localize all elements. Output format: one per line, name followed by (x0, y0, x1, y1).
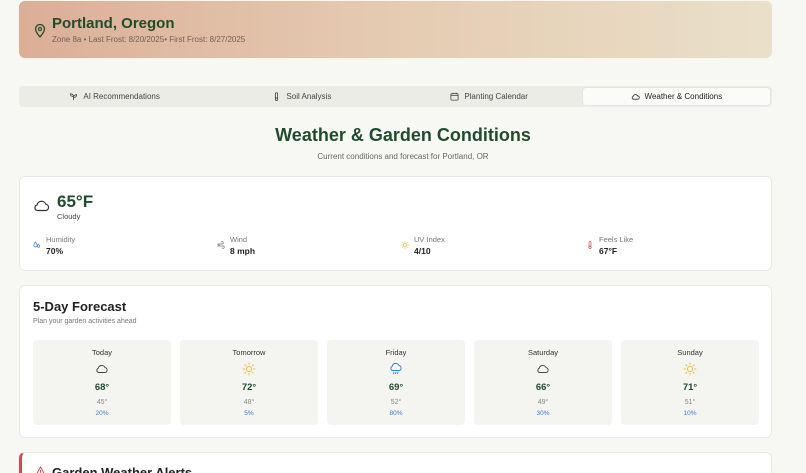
day-name: Tomorrow (232, 348, 266, 357)
calendar-icon (450, 92, 459, 101)
stat-label: Feels Like (599, 235, 634, 244)
forecast-days: Today 68° 45° 20% Tomorrow 72° 48° 5% Fr… (33, 340, 759, 425)
tab-bar: AI Recommendations Soil Analysis Plantin… (19, 86, 772, 107)
forecast-title: 5-Day Forecast (33, 299, 127, 314)
tab-planting-calendar[interactable]: Planting Calendar (396, 88, 583, 105)
day-low: 52° (390, 399, 402, 406)
day-high: 69° (388, 382, 404, 393)
weather-alerts-card: Garden Weather Alerts (19, 452, 772, 473)
sun-icon (242, 362, 256, 376)
tab-label: Soil Analysis (286, 92, 332, 101)
sun-icon (401, 241, 409, 249)
forecast-day: Sunday 71° 51° 10% (621, 340, 759, 425)
tab-weather-conditions[interactable]: Weather & Conditions (582, 88, 770, 105)
cloud-icon (537, 365, 549, 373)
tab-soil-analysis[interactable]: Soil Analysis (208, 88, 395, 105)
page: Portland, Oregon Zone 8a • Last Frost: 8… (0, 0, 806, 473)
stat-label: Wind (230, 235, 248, 244)
sun-icon (683, 362, 697, 376)
stat-uv-index: UV Index 4/10 (401, 235, 445, 256)
stat-feels-like: Feels Like 67°F (586, 235, 633, 256)
cloud-icon (631, 94, 640, 100)
day-high: 68° (94, 382, 110, 393)
forecast-day: Tomorrow 72° 48° 5% (180, 340, 318, 425)
stat-humidity: Humidity 70% (33, 235, 75, 256)
cloud-icon (96, 365, 108, 373)
day-high: 66° (535, 382, 551, 393)
stat-wind: Wind 8 mph (217, 235, 255, 256)
cloud-icon (34, 200, 50, 212)
alert-triangle-icon (36, 466, 45, 473)
stat-label: Humidity (46, 235, 76, 244)
tab-ai-recommendations[interactable]: AI Recommendations (21, 88, 208, 105)
alerts-title: Garden Weather Alerts (52, 465, 193, 473)
current-condition: Cloudy (57, 212, 81, 221)
stat-value: 4/10 (414, 246, 431, 256)
current-temperature: 65°F (57, 192, 94, 211)
location-subtitle: Zone 8a • Last Frost: 8/20/2025• First F… (52, 35, 246, 44)
day-precip: 5% (244, 410, 254, 417)
day-low: 48° (243, 399, 255, 406)
thermometer-icon (275, 92, 279, 101)
tab-label: AI Recommendations (83, 92, 160, 101)
day-precip: 20% (95, 410, 109, 417)
day-high: 72° (241, 382, 257, 393)
map-pin-icon (34, 24, 46, 38)
tab-label: Planting Calendar (464, 92, 528, 101)
sprout-icon (70, 93, 78, 101)
day-name: Today (91, 348, 112, 357)
forecast-day: Today 68° 45° 20% (33, 340, 171, 425)
rain-cloud-icon (390, 363, 402, 375)
day-high: 71° (682, 382, 698, 393)
stat-value: 67°F (599, 246, 618, 256)
day-low: 51° (684, 399, 696, 406)
tab-label: Weather & Conditions (644, 92, 723, 101)
forecast-day: Saturday 66° 49° 30% (474, 340, 612, 425)
section-title: Weather & Garden Conditions (275, 125, 531, 145)
forecast-card: 5-Day Forecast Plan your garden activiti… (19, 285, 772, 438)
location-title: Portland, Oregon (52, 15, 175, 32)
day-name: Saturday (527, 348, 559, 357)
current-conditions-card: 65°F Cloudy Humidity 70% Wind 8 mph UV I… (19, 176, 772, 271)
droplets-icon (33, 241, 41, 248)
day-name: Sunday (677, 348, 703, 357)
wind-icon (217, 241, 225, 249)
stat-label: UV Index (414, 235, 445, 244)
day-precip: 30% (536, 410, 550, 417)
forecast-day: Friday 69° 52° 80% (327, 340, 465, 425)
day-low: 49° (537, 399, 549, 406)
day-precip: 80% (389, 410, 403, 417)
forecast-subtitle: Plan your garden activities ahead (33, 318, 137, 325)
day-name: Friday (385, 348, 407, 357)
stat-value: 8 mph (230, 246, 256, 256)
day-precip: 10% (683, 410, 697, 417)
section-subtitle: Current conditions and forecast for Port… (317, 152, 489, 161)
location-header: Portland, Oregon Zone 8a • Last Frost: 8… (19, 1, 772, 58)
thermometer-icon (588, 241, 592, 249)
day-low: 45° (96, 399, 108, 406)
stat-value: 70% (46, 246, 64, 256)
